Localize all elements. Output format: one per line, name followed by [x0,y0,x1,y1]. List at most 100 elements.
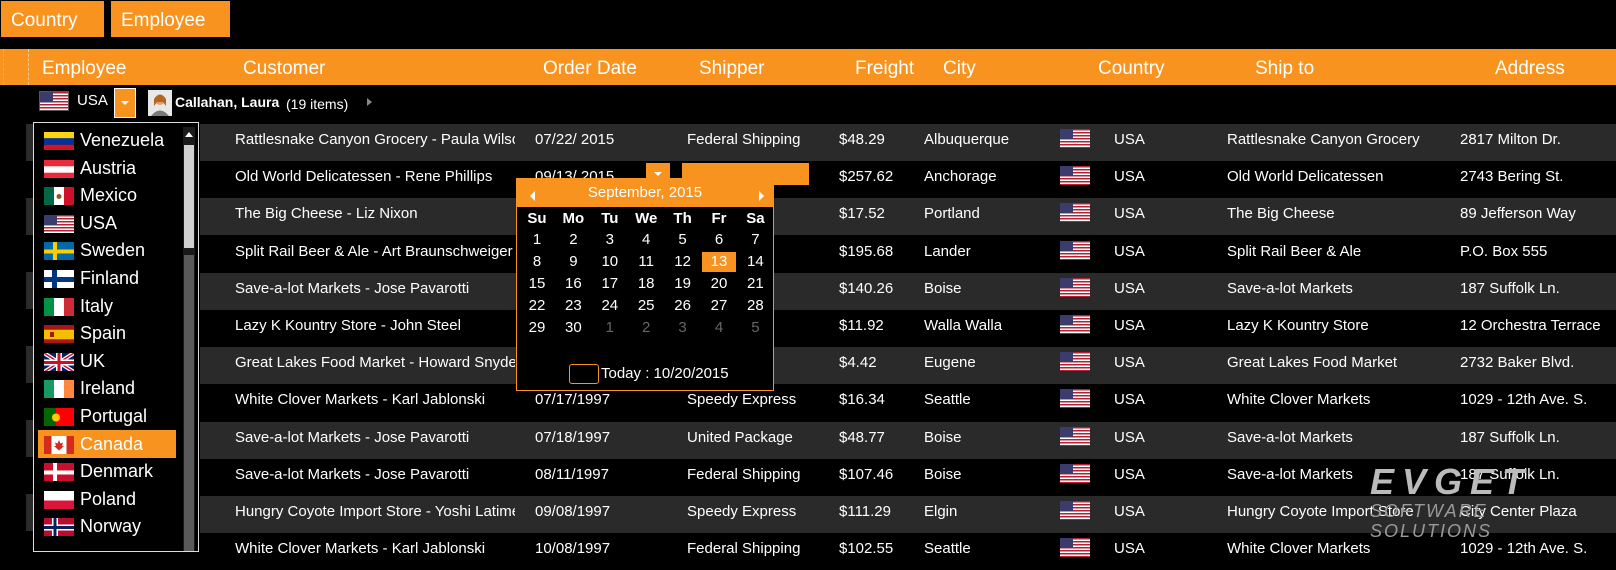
calendar-day[interactable]: 1 [520,230,554,250]
country-dropdown-list[interactable]: Venezuela Austria Mexico USA Sweden Finland It… [33,122,199,552]
cell-address[interactable]: 12 Orchestra Terrace [1460,310,1616,347]
cell-city[interactable]: Walla Walla [924,310,1074,347]
cell-customer[interactable]: White Clover Markets - Karl Jablonski [235,384,515,421]
cell-customer[interactable]: Hungry Coyote Import Store - Yoshi Latim… [235,496,515,533]
calendar-day[interactable]: 26 [666,296,700,316]
cell-country[interactable]: USA [1114,124,1194,161]
calendar-day[interactable]: 18 [629,274,663,294]
cell-freight[interactable]: $11.92 [839,310,919,347]
column-header-ship-to[interactable]: Ship to [1255,49,1314,85]
cell-order-date[interactable]: 07/18/1997 [535,422,675,459]
cell-shipper[interactable]: United Package [687,422,837,459]
table-row[interactable]: Lazy K Kountry Store - John Steel $11.92 W… [200,310,1616,347]
table-row[interactable]: Great Lakes Food Market - Howard Snyder $… [200,347,1616,385]
cell-address[interactable]: 2817 Milton Dr. [1460,124,1616,161]
cell-freight[interactable]: $4.42 [839,347,919,384]
cell-city[interactable]: Boise [924,459,1074,496]
cell-city[interactable]: Seattle [924,384,1074,421]
calendar-day[interactable]: 5 [738,318,772,338]
calendar-day[interactable]: 9 [556,252,590,272]
cell-country[interactable]: USA [1114,533,1194,570]
country-option[interactable]: Ireland [38,374,176,402]
column-header-order-date[interactable]: Order Date [543,49,637,85]
country-option[interactable]: Norway [38,512,176,540]
cell-order-date[interactable]: 09/08/1997 [535,496,675,533]
column-header-country[interactable]: Country [1098,49,1165,85]
calendar-day[interactable]: 12 [666,252,700,272]
country-option[interactable]: USA [38,209,176,237]
cell-customer[interactable]: Lazy K Kountry Store - John Steel [235,310,515,347]
table-row[interactable]: Save-a-lot Markets - Jose Pavarotti $140.… [200,272,1616,310]
cell-country[interactable]: USA [1114,459,1194,496]
cell-address[interactable]: 1029 - 12th Ave. S. [1460,384,1616,421]
cell-city[interactable]: Boise [924,422,1074,459]
cell-ship-to[interactable]: Great Lakes Food Market [1227,347,1457,384]
cell-customer[interactable]: White Clover Markets - Karl Jablonski [235,533,515,570]
calendar-day[interactable]: 10 [593,252,627,272]
cell-address[interactable]: 89 Jefferson Way [1460,198,1616,235]
calendar-day[interactable]: 15 [520,274,554,294]
calendar-day[interactable]: 1 [593,318,627,338]
calendar-day[interactable]: 19 [666,274,700,294]
calendar-day[interactable]: 24 [593,296,627,316]
calendar-day[interactable]: 13 [702,252,736,272]
cell-shipper[interactable]: Federal Shipping [687,459,837,496]
calendar-day[interactable]: 29 [520,318,554,338]
cell-ship-to[interactable]: White Clover Markets [1227,384,1457,421]
country-option[interactable]: Sweden [38,236,176,264]
table-row[interactable]: The Big Cheese - Liz Nixon $17.52 Portland… [200,198,1616,236]
calendar-day[interactable]: 25 [629,296,663,316]
calendar-day[interactable]: 2 [556,230,590,250]
calendar-day[interactable]: 4 [629,230,663,250]
country-dropdown-button[interactable] [114,88,136,118]
cell-freight[interactable]: $257.62 [839,161,919,198]
cell-country[interactable]: USA [1114,161,1194,198]
cell-freight[interactable]: $111.29 [839,496,919,533]
country-option[interactable]: Denmark [38,457,176,485]
calendar-day[interactable]: 16 [556,274,590,294]
calendar-day[interactable]: 2 [629,318,663,338]
cell-customer[interactable]: Great Lakes Food Market - Howard Snyder [235,347,515,384]
cell-customer[interactable]: Split Rail Beer & Ale - Art Braunschweig… [235,236,515,273]
chevron-right-icon[interactable] [366,95,374,114]
calendar-next-month-button[interactable] [757,188,765,206]
cell-ship-to[interactable]: Old World Delicatessen [1227,161,1457,198]
cell-customer[interactable]: The Big Cheese - Liz Nixon [235,198,515,235]
cell-ship-to[interactable]: Rattlesnake Canyon Grocery [1227,124,1457,161]
cell-address[interactable]: P.O. Box 555 [1460,236,1616,273]
cell-city[interactable]: Lander [924,236,1074,273]
calendar-day[interactable]: 14 [738,252,772,272]
cell-country[interactable]: USA [1114,198,1194,235]
cell-country[interactable]: USA [1114,347,1194,384]
country-option[interactable]: Canada [38,429,176,458]
calendar-day[interactable]: 7 [738,230,772,250]
country-option[interactable]: Poland [38,485,176,513]
cell-country[interactable]: USA [1114,496,1194,533]
table-row[interactable]: Split Rail Beer & Ale - Art Braunschweig… [200,236,1616,273]
calendar-day[interactable]: 27 [702,296,736,316]
country-option[interactable]: UK [38,347,176,375]
calendar-day[interactable]: 3 [593,230,627,250]
cell-address[interactable]: 187 Suffolk Ln. [1460,422,1616,459]
table-row[interactable]: Rattlesnake Canyon Grocery - Paula Wilso… [200,124,1616,161]
group-chip-country[interactable]: Country [1,1,104,37]
cell-city[interactable]: Elgin [924,496,1074,533]
calendar-day[interactable]: 22 [520,296,554,316]
cell-city[interactable]: Eugene [924,347,1074,384]
cell-country[interactable]: USA [1114,236,1194,273]
cell-freight[interactable]: $48.77 [839,422,919,459]
cell-order-date[interactable]: 08/11/1997 [535,459,675,496]
column-header-customer[interactable]: Customer [243,49,325,85]
calendar-day[interactable]: 21 [738,274,772,294]
column-header-city[interactable]: City [943,49,976,85]
cell-city[interactable]: Anchorage [924,161,1074,198]
cell-address[interactable]: 2743 Bering St. [1460,161,1616,198]
cell-customer[interactable]: Save-a-lot Markets - Jose Pavarotti [235,459,515,496]
calendar-title[interactable]: September, 2015 [517,179,773,207]
table-row[interactable]: Save-a-lot Markets - Jose Pavarotti 07/18… [200,421,1616,459]
country-option[interactable]: Spain [38,319,176,347]
cell-shipper[interactable]: Federal Shipping [687,533,837,570]
calendar-today-button[interactable]: Today : 10/20/2015 [601,365,729,383]
cell-shipper[interactable]: Speedy Express [687,496,837,533]
cell-shipper[interactable]: Federal Shipping [687,124,837,161]
